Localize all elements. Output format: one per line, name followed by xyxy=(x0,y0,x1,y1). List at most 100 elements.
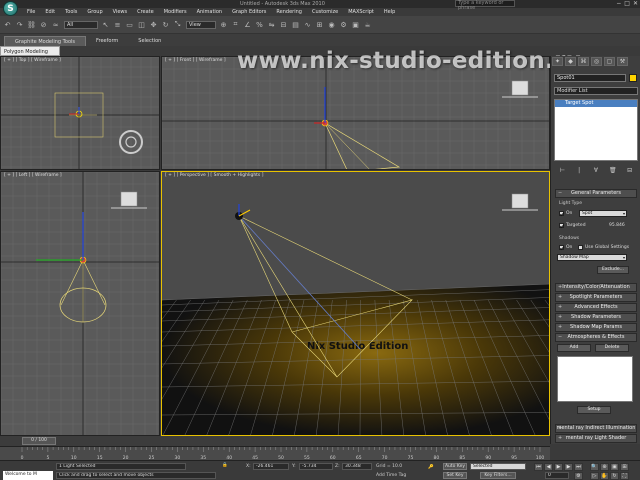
rotate-icon[interactable]: ↻ xyxy=(160,19,171,30)
time-config-icon[interactable]: ⚙ xyxy=(574,472,583,480)
maximize-viewport-icon[interactable]: ⛶ xyxy=(620,472,629,480)
tab-freeform[interactable]: Freeform xyxy=(86,36,128,46)
atmos-add-button[interactable]: Add xyxy=(557,344,591,352)
menu-graph-editors[interactable]: Graph Editors xyxy=(227,8,271,16)
align-icon[interactable]: ⊟ xyxy=(278,19,289,30)
menu-maxscript[interactable]: MAXScript xyxy=(343,8,379,16)
unlink-icon[interactable]: ⊘ xyxy=(38,19,49,30)
link-icon[interactable]: ⛓ xyxy=(26,19,37,30)
layer-icon[interactable]: ▤ xyxy=(290,19,301,30)
minimize-icon[interactable]: − xyxy=(616,0,621,7)
shadow-type-dropdown[interactable]: Shadow Map xyxy=(557,254,627,261)
atmos-delete-button[interactable]: Delete xyxy=(595,344,629,352)
object-name-field[interactable]: Spot01 xyxy=(554,74,626,82)
viewport-label-perspective[interactable]: [ + ] [ Perspective ] [ Smooth + Highlig… xyxy=(165,173,263,178)
goto-start-icon[interactable]: ⏮ xyxy=(534,463,543,471)
rollout-atmospheres-effects[interactable]: − Atmospheres & Effects xyxy=(555,333,637,342)
configure-sets-icon[interactable]: ⊟ xyxy=(624,166,635,175)
goto-end-icon[interactable]: ⏭ xyxy=(574,463,583,471)
maxscript-listener[interactable]: Welcome to M xyxy=(3,471,53,480)
menu-file[interactable]: File xyxy=(22,8,40,16)
viewport-left[interactable]: [ + ] [ Left ] [ Wireframe ] xyxy=(0,171,160,436)
maximize-icon[interactable]: □ xyxy=(624,0,630,7)
display-tab-icon[interactable]: ▢ xyxy=(604,57,615,66)
zoom-icon[interactable]: 🔍 xyxy=(590,463,599,471)
snap-icon[interactable]: ⌗ xyxy=(230,19,241,30)
y-coordinate-field[interactable]: -5.734 xyxy=(299,463,333,470)
window-crossing-icon[interactable]: ◫ xyxy=(136,19,147,30)
play-icon[interactable]: ▶ xyxy=(554,463,563,471)
percent-snap-icon[interactable]: % xyxy=(254,19,265,30)
menu-edit[interactable]: Edit xyxy=(40,8,60,16)
move-icon[interactable]: ✥ xyxy=(148,19,159,30)
material-editor-icon[interactable]: ◉ xyxy=(326,19,337,30)
app-logo-icon[interactable]: S xyxy=(3,1,18,16)
rollout-shadow-params[interactable]: + Shadow Parameters xyxy=(555,313,637,322)
object-color-swatch[interactable] xyxy=(629,74,637,82)
menu-customize[interactable]: Customize xyxy=(307,8,343,16)
auto-key-button[interactable]: Auto Key xyxy=(443,463,467,470)
modifier-stack[interactable]: Target Spot xyxy=(554,99,638,161)
selection-filter-dropdown[interactable]: All xyxy=(64,20,98,29)
curve-editor-icon[interactable]: ∿ xyxy=(302,19,313,30)
pivot-icon[interactable]: ⊕ xyxy=(218,19,229,30)
rollout-shadow-map-params[interactable]: + Shadow Map Params xyxy=(555,323,637,332)
light-type-dropdown[interactable]: Spot xyxy=(579,210,627,217)
key-filters-button[interactable]: Key Filters... xyxy=(480,472,516,479)
stack-item-target-spot[interactable]: Target Spot xyxy=(555,100,637,107)
menu-group[interactable]: Group xyxy=(82,8,107,16)
render-icon[interactable]: ☕ xyxy=(362,19,373,30)
render-setup-icon[interactable]: ⚙ xyxy=(338,19,349,30)
rollout-mr-light-shader[interactable]: + mental ray Light Shader xyxy=(555,434,637,443)
next-frame-icon[interactable]: ▶ xyxy=(564,463,573,471)
atmospheres-list[interactable] xyxy=(557,356,633,402)
viewport-perspective[interactable]: Nix Studio Edition [ + ] [ Perspective ]… xyxy=(161,171,550,436)
atmos-setup-button[interactable]: Setup xyxy=(577,406,611,414)
remove-modifier-icon[interactable]: 🗑 xyxy=(607,166,618,175)
shadows-on-checkbox[interactable] xyxy=(559,245,564,250)
light-on-checkbox[interactable] xyxy=(559,211,564,216)
motion-tab-icon[interactable]: ◎ xyxy=(591,57,602,66)
lock-icon[interactable]: 🔒 xyxy=(222,463,228,468)
x-coordinate-field[interactable]: -26.461 xyxy=(253,463,289,470)
rect-select-icon[interactable]: ▭ xyxy=(124,19,135,30)
show-end-result-icon[interactable]: | xyxy=(574,166,585,175)
viewport-top[interactable]: [ + ] [ Top ] [ Wireframe ] xyxy=(0,56,160,170)
utilities-tab-icon[interactable]: ⚒ xyxy=(617,57,628,66)
key-mode-dropdown[interactable]: Selected xyxy=(470,463,526,470)
menu-animation[interactable]: Animation xyxy=(192,8,228,16)
mirror-icon[interactable]: ⇋ xyxy=(266,19,277,30)
viewport-label-left[interactable]: [ + ] [ Left ] [ Wireframe ] xyxy=(4,173,62,178)
menu-create[interactable]: Create xyxy=(132,8,159,16)
redo-icon[interactable]: ↷ xyxy=(14,19,25,30)
zoom-extents-icon[interactable]: ▣ xyxy=(610,463,619,471)
menu-help[interactable]: Help xyxy=(379,8,400,16)
pan-icon[interactable]: ✋ xyxy=(600,472,609,480)
menu-tools[interactable]: Tools xyxy=(60,8,82,16)
menu-modifiers[interactable]: Modifiers xyxy=(159,8,192,16)
pin-stack-icon[interactable]: ⊢ xyxy=(557,166,568,175)
viewport-label-top[interactable]: [ + ] [ Top ] [ Wireframe ] xyxy=(4,58,61,63)
current-frame-field[interactable]: 0 xyxy=(545,472,569,479)
tab-selection[interactable]: Selection xyxy=(128,36,171,46)
set-key-button[interactable]: Set Key xyxy=(443,472,467,479)
search-input[interactable]: Type a keyword or phrase xyxy=(455,0,515,11)
tab-graphite-modeling[interactable]: Graphite Modeling Tools xyxy=(4,36,87,46)
bind-icon[interactable]: ≈ xyxy=(50,19,61,30)
ribbon-polygon-modeling[interactable]: Polygon Modeling xyxy=(0,46,60,56)
modify-tab-icon[interactable]: ◆ xyxy=(565,57,576,66)
track-bar[interactable]: 0 5 10 15 20 25 30 35 40 45 50 55 60 65 70 75 80 85 90 95 10… xyxy=(0,446,550,461)
z-coordinate-field[interactable]: 30.348 xyxy=(342,463,372,470)
zoom-extents-all-icon[interactable]: ⊞ xyxy=(620,463,629,471)
key-icon[interactable]: 🔑 xyxy=(428,465,434,470)
make-unique-icon[interactable]: ∀ xyxy=(590,166,601,175)
prev-frame-icon[interactable]: ◀ xyxy=(544,463,553,471)
schematic-icon[interactable]: ⊞ xyxy=(314,19,325,30)
angle-snap-icon[interactable]: ∠ xyxy=(242,19,253,30)
orbit-icon[interactable]: ↻ xyxy=(610,472,619,480)
rollout-general-parameters[interactable]: − General Parameters xyxy=(555,189,637,198)
ref-coord-dropdown[interactable]: View xyxy=(186,20,216,29)
rollout-intensity[interactable]: + Intensity/Color/Attenuation xyxy=(555,283,637,292)
scale-icon[interactable]: ⤡ xyxy=(172,19,183,30)
menu-rendering[interactable]: Rendering xyxy=(271,8,307,16)
